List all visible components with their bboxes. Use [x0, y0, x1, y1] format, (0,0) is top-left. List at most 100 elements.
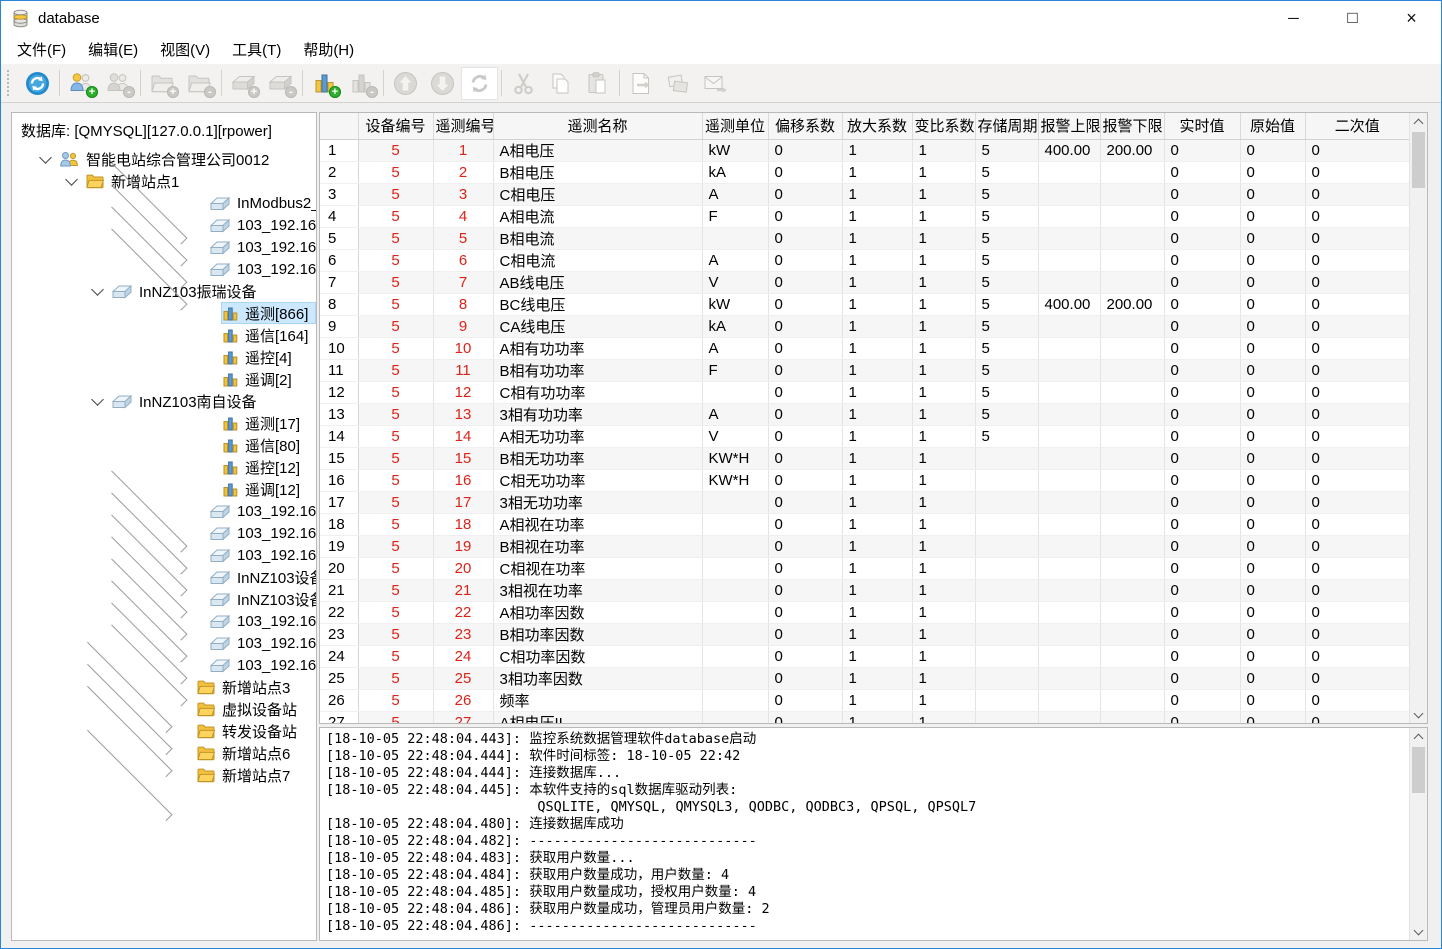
menu-tools[interactable]: 工具(T)	[221, 35, 292, 64]
cell[interactable]: 5	[975, 403, 1038, 425]
cell[interactable]: 0	[768, 579, 842, 601]
cell[interactable]: 3	[433, 183, 493, 205]
cell[interactable]	[975, 667, 1038, 689]
cell[interactable]: 1	[912, 711, 975, 724]
cell[interactable]: 0	[1164, 403, 1240, 425]
cell[interactable]: A	[702, 183, 768, 205]
cell[interactable]: V	[702, 425, 768, 447]
cell[interactable]: 5	[975, 315, 1038, 337]
cell[interactable]: 0	[768, 249, 842, 271]
cell[interactable]: V	[702, 271, 768, 293]
cell[interactable]: 1	[912, 359, 975, 381]
cell[interactable]: 200.00	[1100, 139, 1164, 161]
cell[interactable]: 5	[358, 249, 433, 271]
cell[interactable]: 25	[433, 667, 493, 689]
cell[interactable]: 1	[912, 249, 975, 271]
cell[interactable]: 5	[975, 425, 1038, 447]
cell[interactable]: 0	[1305, 381, 1410, 403]
cell[interactable]: 11	[433, 359, 493, 381]
cell[interactable]	[702, 667, 768, 689]
cell[interactable]	[1100, 469, 1164, 491]
cell[interactable]: 1	[912, 293, 975, 315]
cell[interactable]: 0	[1305, 139, 1410, 161]
cell[interactable]: 1	[842, 447, 912, 469]
cell[interactable]: 1	[912, 183, 975, 205]
cell[interactable]: 0	[1164, 315, 1240, 337]
cell[interactable]: 0	[768, 337, 842, 359]
cell[interactable]: 0	[768, 271, 842, 293]
refresh-button[interactable]	[461, 67, 498, 100]
cell[interactable]: 8	[433, 293, 493, 315]
cell[interactable]	[1100, 337, 1164, 359]
cell[interactable]: 1	[912, 535, 975, 557]
row-number[interactable]: 20	[320, 557, 358, 579]
cell[interactable]	[702, 381, 768, 403]
cell[interactable]: 0	[1240, 249, 1305, 271]
cell[interactable]: 0	[768, 689, 842, 711]
cell[interactable]: 0	[1305, 557, 1410, 579]
cell[interactable]: 0	[1164, 645, 1240, 667]
column-header[interactable]: 原始值	[1240, 113, 1305, 139]
cell[interactable]: A	[702, 403, 768, 425]
cell[interactable]	[1038, 425, 1100, 447]
cell[interactable]: 0	[1305, 315, 1410, 337]
cell[interactable]: 1	[842, 315, 912, 337]
cell[interactable]: 0	[1305, 535, 1410, 557]
cell[interactable]: 0	[1164, 227, 1240, 249]
cell[interactable]: 4	[433, 205, 493, 227]
cell[interactable]	[1038, 557, 1100, 579]
cell[interactable]: 5	[358, 579, 433, 601]
column-header[interactable]: 实时值	[1164, 113, 1240, 139]
cell[interactable]: 0	[768, 315, 842, 337]
cell[interactable]	[1100, 205, 1164, 227]
cell[interactable]	[975, 601, 1038, 623]
row-number[interactable]: 16	[320, 469, 358, 491]
tree-item-content[interactable]: InModbus2_com4(1)	[208, 192, 316, 214]
cell[interactable]	[1100, 161, 1164, 183]
batch-modify-button[interactable]	[660, 67, 697, 100]
cell[interactable]	[1100, 183, 1164, 205]
cell[interactable]: 1	[912, 491, 975, 513]
cell[interactable]: 5	[358, 315, 433, 337]
cell[interactable]: 0	[1240, 183, 1305, 205]
cell[interactable]: A相电压II	[493, 711, 702, 724]
cell[interactable]: 0	[1240, 337, 1305, 359]
cell[interactable]: 0	[768, 425, 842, 447]
cell[interactable]: 0	[1305, 513, 1410, 535]
row-number[interactable]: 3	[320, 183, 358, 205]
row-number[interactable]: 13	[320, 403, 358, 425]
cell[interactable]: 5	[358, 139, 433, 161]
column-header[interactable]: 报警下限	[1100, 113, 1164, 139]
cell[interactable]	[702, 579, 768, 601]
cell[interactable]	[1038, 667, 1100, 689]
cell[interactable]: 0	[768, 139, 842, 161]
cell[interactable]: kW	[702, 293, 768, 315]
cell[interactable]: 10	[433, 337, 493, 359]
cell[interactable]: kA	[702, 161, 768, 183]
log-scrollbar[interactable]	[1409, 728, 1427, 940]
cell[interactable]: 1	[842, 711, 912, 724]
cell[interactable]	[1038, 381, 1100, 403]
cell[interactable]: 5	[358, 425, 433, 447]
cell[interactable]: 0	[1240, 425, 1305, 447]
cell[interactable]: 1	[842, 513, 912, 535]
cell[interactable]: 0	[768, 557, 842, 579]
menu-view[interactable]: 视图(V)	[149, 35, 221, 64]
cell[interactable]: 0	[1240, 689, 1305, 711]
cell[interactable]	[1100, 645, 1164, 667]
cell[interactable]: 27	[433, 711, 493, 724]
cell[interactable]: 0	[1164, 447, 1240, 469]
cell[interactable]: 0	[1164, 381, 1240, 403]
cell[interactable]: 0	[1240, 161, 1305, 183]
chevron-down-icon[interactable]	[65, 173, 78, 186]
cell[interactable]: 400.00	[1038, 293, 1100, 315]
menu-help[interactable]: 帮助(H)	[292, 35, 365, 64]
column-header[interactable]: 变比系数	[912, 113, 975, 139]
cell[interactable]	[1038, 711, 1100, 724]
cell[interactable]: 0	[768, 183, 842, 205]
cell[interactable]	[702, 623, 768, 645]
cell[interactable]: 0	[1240, 491, 1305, 513]
cell[interactable]: 1	[912, 205, 975, 227]
tree-item[interactable]: 遥调[2]	[19, 368, 316, 390]
cell[interactable]	[1038, 645, 1100, 667]
